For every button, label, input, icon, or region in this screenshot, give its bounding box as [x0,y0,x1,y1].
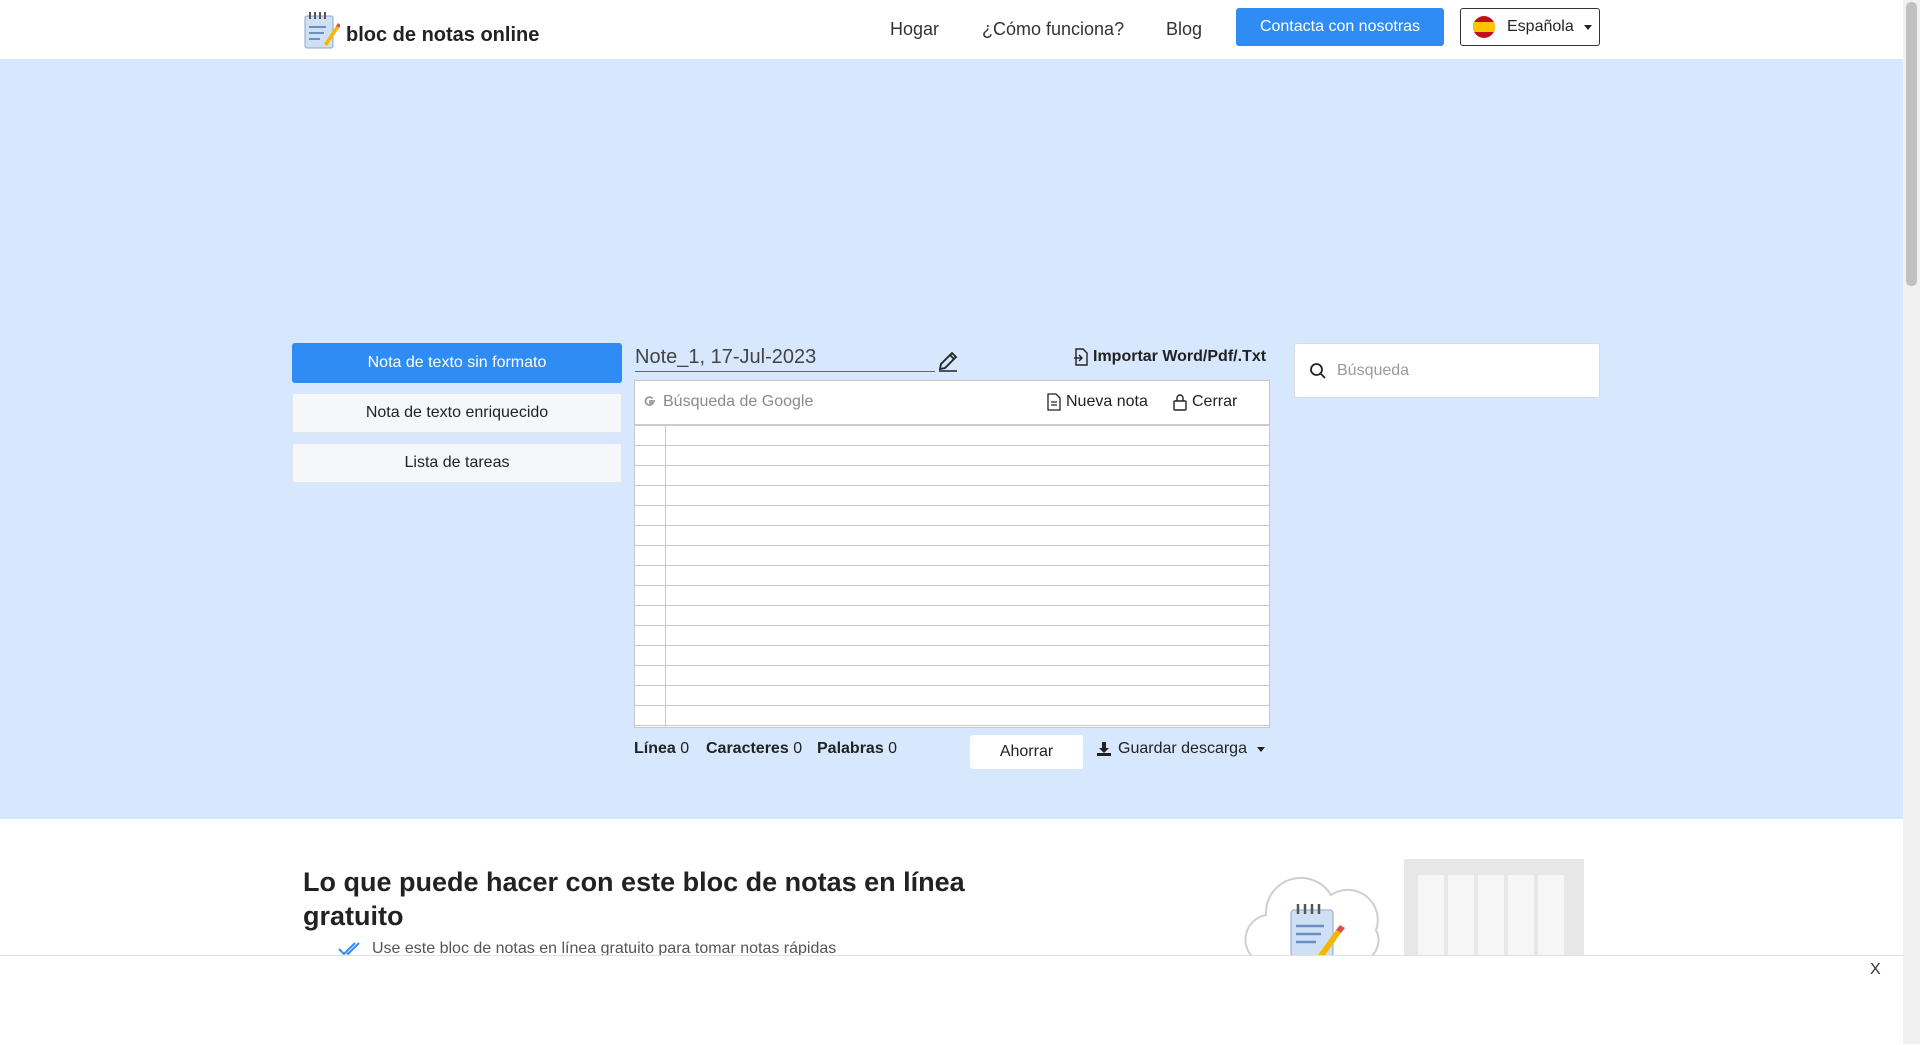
line-count-value: 0 [680,740,690,757]
lock-icon [1173,394,1187,411]
word-count-label: Palabras [817,740,884,757]
word-count: Palabras 0 [817,740,897,758]
editor-toolbar: Búsqueda de Google Nueva nota Cerrar [635,381,1269,426]
new-note-icon [1047,393,1061,411]
import-label: Importar Word/Pdf/.Txt [1093,348,1267,365]
close-note-button[interactable]: Cerrar [1173,393,1237,411]
notepad-editor: Búsqueda de Google Nueva nota Cerrar [634,380,1270,728]
nav-how-it-works[interactable]: ¿Cómo funciona? [982,19,1124,40]
nav-blog[interactable]: Blog [1166,19,1202,40]
top-navbar: bloc de notas online Hogar ¿Cómo funcion… [0,0,1903,60]
search-placeholder: Búsqueda [1337,361,1410,379]
download-icon [1097,742,1111,756]
line-number-gutter [665,426,666,727]
note-text-area[interactable] [635,426,1269,727]
page-scrollbar[interactable] [1903,0,1920,1044]
note-title[interactable]: Note_1, 17-Jul-2023 [635,346,935,372]
spain-flag-icon [1473,16,1495,38]
save-download-dropdown[interactable]: Guardar descarga [1096,740,1265,758]
new-note-label: Nueva nota [1066,393,1148,410]
section-headline: Lo que puede hacer con este bloc de nota… [303,867,965,931]
new-note-button[interactable]: Nueva nota [1047,393,1148,411]
word-count-value: 0 [888,740,898,757]
language-label: Española [1507,18,1574,35]
sidebar-item-todo-list[interactable]: Lista de tareas [292,443,622,483]
caret-down-icon [1583,24,1592,30]
import-button[interactable]: Importar Word/Pdf/.Txt [1073,348,1266,366]
download-label: Guardar descarga [1118,740,1247,757]
google-g-icon [644,396,655,406]
import-file-icon [1074,348,1088,366]
google-search-placeholder: Búsqueda de Google [663,393,814,410]
logo[interactable]: bloc de notas online [302,10,539,50]
line-count: Línea 0 [634,740,689,758]
line-count-label: Línea [634,740,676,757]
save-button[interactable]: Ahorrar [970,735,1083,769]
character-count-label: Caracteres [706,740,789,757]
character-count-value: 0 [793,740,803,757]
search-icon [1310,362,1326,379]
scrollbar-thumb[interactable] [1906,2,1917,286]
sidebar-item-plain-text-note[interactable]: Nota de texto sin formato [292,343,622,383]
google-search-input[interactable]: Búsqueda de Google [643,393,813,411]
edit-pencil-icon[interactable] [937,350,959,372]
search-input[interactable]: Búsqueda [1294,343,1600,398]
caret-down-icon [1256,746,1265,752]
character-count: Caracteres 0 [706,740,802,758]
close-label: Cerrar [1192,393,1238,410]
contact-button[interactable]: Contacta con nosotras [1236,8,1444,46]
ad-banner: X [0,955,1903,1045]
sidebar-item-rich-text-note[interactable]: Nota de texto enriquecido [292,393,622,433]
nav-home[interactable]: Hogar [890,19,939,40]
logo-text: bloc de notas online [346,23,540,46]
language-dropdown[interactable]: Española [1460,8,1600,46]
notepad-logo-icon [304,12,340,49]
ad-close-button[interactable]: X [1870,961,1881,979]
